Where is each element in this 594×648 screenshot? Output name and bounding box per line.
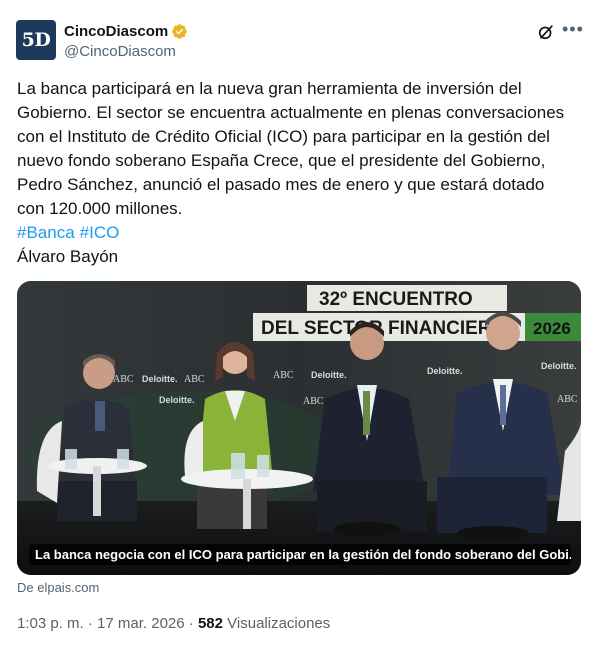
verified-badge-icon	[172, 24, 187, 39]
svg-text:ABC: ABC	[273, 370, 294, 381]
backdrop-year: 2026	[533, 319, 571, 338]
meta-separator: ·	[188, 615, 194, 632]
views-count[interactable]: 582	[198, 615, 223, 632]
svg-text:ABC: ABC	[184, 374, 205, 385]
grok-icon[interactable]	[536, 22, 556, 42]
svg-text:Deloitte.: Deloitte.	[427, 366, 463, 376]
tweet-meta: 1:03 p. m. · 17 mar. 2026 · 582 Visualiz…	[17, 615, 330, 632]
tweet-date[interactable]: 17 mar. 2026	[97, 615, 185, 632]
svg-text:Deloitte.: Deloitte.	[159, 395, 195, 405]
card-photo: 32º ENCUENTRO DEL SECTOR FINANCIERO 2026…	[17, 281, 581, 575]
backdrop-logo-deloitte: Deloitte.	[142, 374, 178, 384]
card-caption[interactable]: La banca negocia con el ICO para partici…	[29, 544, 571, 565]
svg-text:Deloitte.: Deloitte.	[541, 361, 577, 371]
tweet-text: La banca participará en la nueva gran he…	[17, 79, 565, 218]
svg-text:Deloitte.: Deloitte.	[311, 370, 347, 380]
avatar[interactable]: 5D	[16, 20, 56, 60]
views-label[interactable]: Visualizaciones	[227, 615, 330, 632]
card-source[interactable]: De elpais.com	[17, 580, 99, 595]
backdrop-logo-abc: ABC	[113, 374, 134, 385]
hashtags: #Banca #ICO	[17, 221, 124, 245]
author-name-row[interactable]: CincoDiascom	[64, 23, 188, 40]
more-icon[interactable]: •••	[562, 19, 584, 40]
tweet-time[interactable]: 1:03 p. m.	[17, 615, 84, 632]
meta-separator: ·	[87, 615, 93, 632]
svg-text:ABC: ABC	[303, 396, 324, 407]
author-name[interactable]: CincoDiascom	[64, 23, 168, 40]
hashtag-banca[interactable]: #Banca	[17, 223, 75, 242]
svg-text:ABC: ABC	[557, 394, 578, 405]
backdrop-title-line1: 32º ENCUENTRO	[319, 289, 473, 310]
hashtag-ico[interactable]: #ICO	[80, 223, 120, 242]
article-author: Álvaro Bayón	[17, 247, 119, 266]
author-handle[interactable]: @CincoDiascom	[64, 43, 176, 60]
link-card[interactable]: 32º ENCUENTRO DEL SECTOR FINANCIERO 2026…	[17, 281, 581, 575]
